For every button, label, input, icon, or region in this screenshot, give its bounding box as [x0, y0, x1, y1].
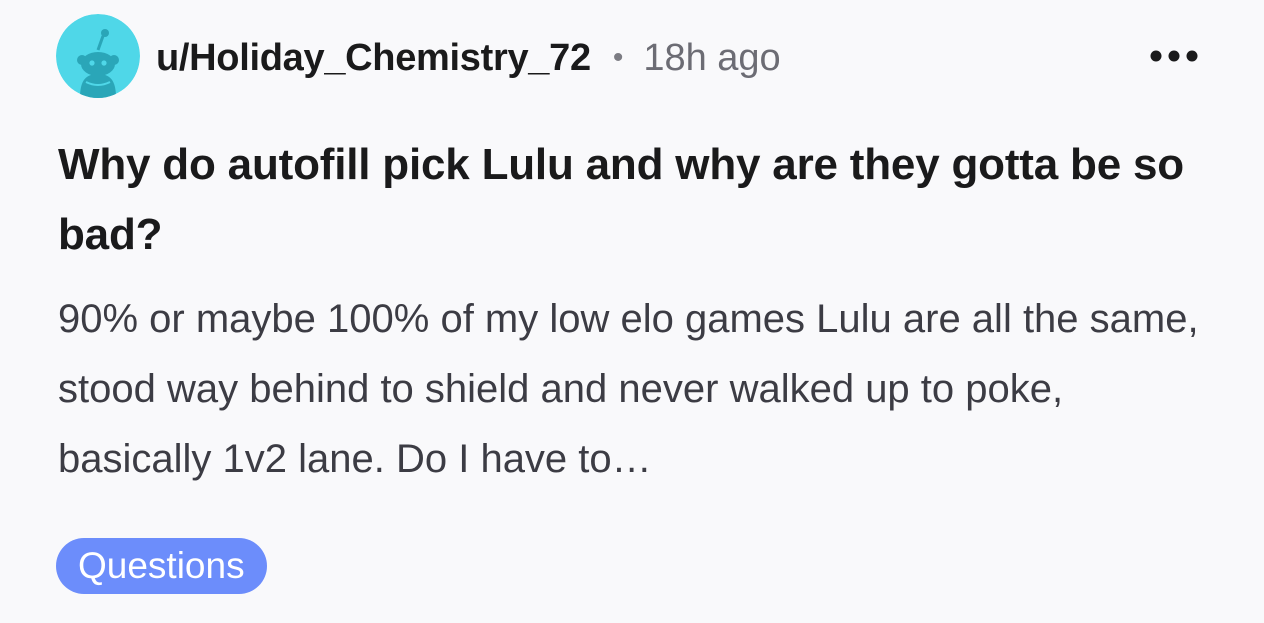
more-options-icon: [1150, 50, 1198, 62]
post-flair-tag[interactable]: Questions: [56, 538, 267, 594]
more-options-button[interactable]: [1140, 36, 1208, 76]
post-timestamp: 18h ago: [643, 36, 781, 79]
meta-separator: •: [612, 41, 624, 74]
author-username[interactable]: u/Holiday_Chemistry_72: [156, 37, 591, 80]
post-meta: u/Holiday_Chemistry_72 • 18h ago: [156, 34, 781, 82]
post-body-preview[interactable]: 90% or maybe 100% of my low elo games Lu…: [58, 284, 1218, 494]
post-title[interactable]: Why do autofill pick Lulu and why are th…: [58, 130, 1188, 270]
reddit-snoo-avatar-icon: [56, 14, 140, 98]
post-card[interactable]: u/Holiday_Chemistry_72 • 18h ago Why do …: [0, 0, 1264, 623]
user-avatar[interactable]: [56, 14, 140, 98]
